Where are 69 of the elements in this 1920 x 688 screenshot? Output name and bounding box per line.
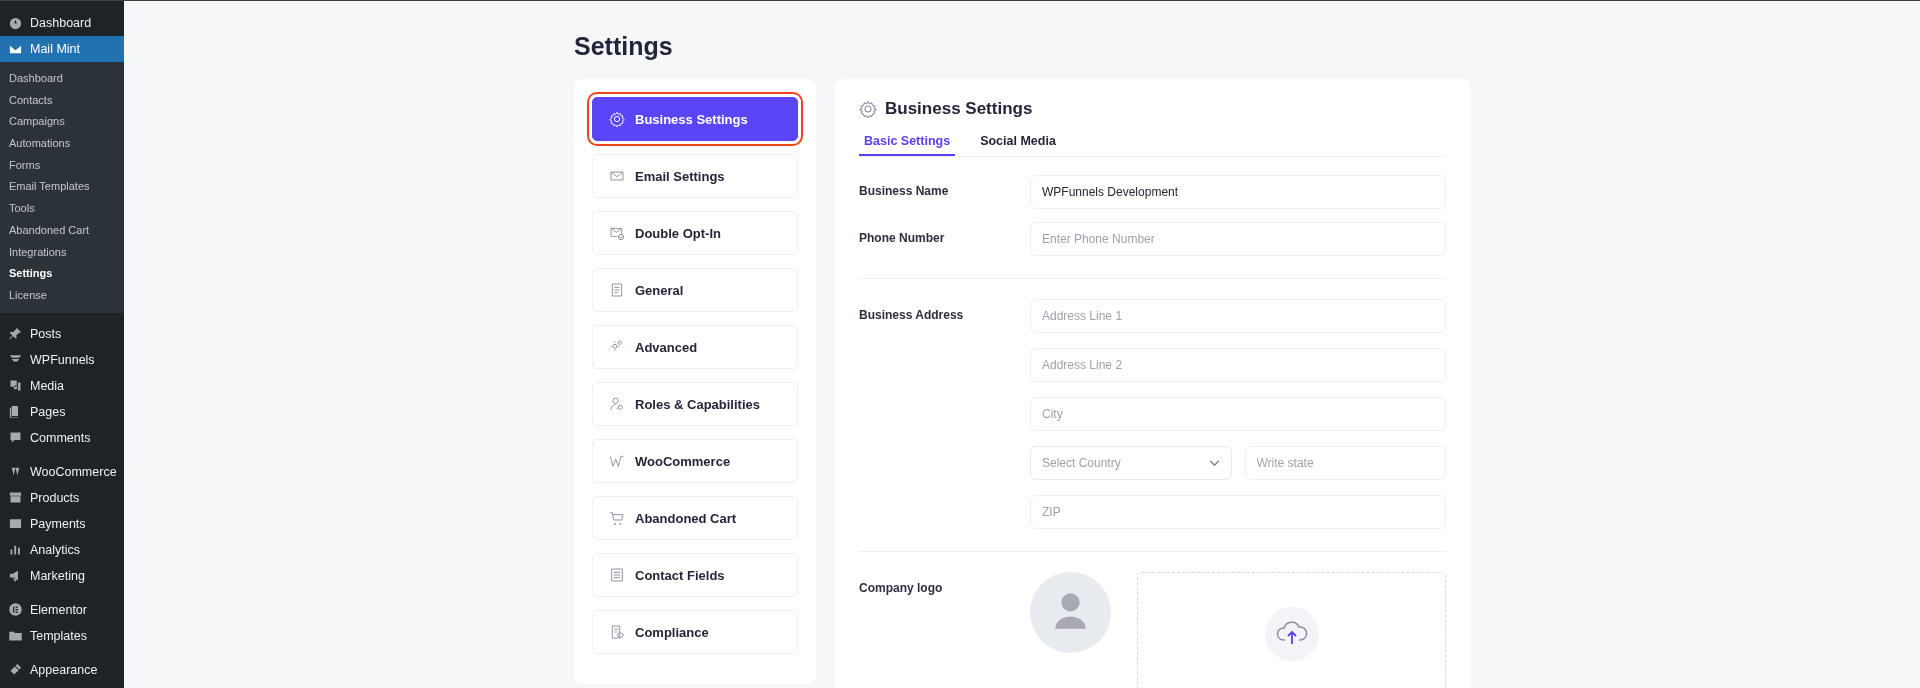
text-field[interactable]: City	[1030, 397, 1446, 431]
admin-menu-item[interactable]: WPFunnels	[0, 346, 124, 373]
submenu-item[interactable]: Forms	[0, 154, 124, 177]
chevron-down-icon	[1208, 459, 1220, 467]
nav-icon	[609, 453, 625, 469]
submenu-item[interactable]: Settings	[0, 263, 124, 285]
text-field[interactable]: Write state	[1244, 446, 1446, 480]
settings-icon	[859, 100, 877, 118]
submenu-item[interactable]: Contacts	[0, 89, 124, 112]
admin-menu-item[interactable]: Pages	[0, 398, 124, 425]
settings-nav-item[interactable]: Abandoned Cart	[592, 496, 798, 540]
field-label: Phone Number	[859, 230, 946, 247]
settings-nav-item[interactable]: Double Opt-In	[592, 211, 798, 255]
admin-menu-item[interactable]: Appearance	[0, 656, 124, 683]
field-label: Business Name	[859, 183, 950, 200]
nav-icon	[609, 168, 625, 184]
admin-menu-item[interactable]: Mail Mint	[0, 36, 124, 62]
admin-menu-item[interactable]: Marketing	[0, 562, 124, 589]
avatar-placeholder-icon	[1030, 572, 1111, 653]
nav-icon	[609, 567, 625, 583]
settings-nav-item[interactable]: Contact Fields	[592, 553, 798, 597]
submenu-item[interactable]: License	[0, 284, 124, 307]
settings-nav-item[interactable]: WooCommerce	[592, 439, 798, 483]
settings-nav-item[interactable]: Advanced	[592, 325, 798, 369]
cloud-upload-icon	[1264, 607, 1319, 661]
tab[interactable]: Basic Settings	[859, 129, 956, 156]
admin-menu-item[interactable]: Payments	[0, 510, 124, 537]
admin-menu-item[interactable]: Products	[0, 484, 124, 511]
submenu-item[interactable]: Automations	[0, 133, 124, 155]
field-label: Company logo	[859, 580, 944, 597]
panel-title: Business Settings	[885, 99, 1033, 119]
admin-menu-item[interactable]: Media	[0, 372, 124, 399]
nav-icon	[609, 624, 625, 640]
nav-icon	[609, 282, 625, 298]
text-field[interactable]: Address Line 1	[1030, 299, 1446, 333]
admin-menu-item[interactable]: Elementor	[0, 596, 124, 623]
field-label: Business Address	[859, 307, 965, 324]
admin-menu-item[interactable]: WooCommerce	[0, 458, 124, 485]
submenu-item[interactable]: Integrations	[0, 241, 124, 264]
tab[interactable]: Social Media	[975, 129, 1061, 156]
admin-menu-item[interactable]: Analytics	[0, 536, 124, 563]
menu-icon	[8, 378, 23, 394]
page-title: Settings	[574, 31, 674, 61]
menu-icon	[8, 326, 23, 342]
text-field[interactable]: WPFunnels Development	[1030, 175, 1446, 209]
menu-icon	[8, 15, 23, 31]
nav-icon	[609, 510, 625, 526]
admin-menu-item[interactable]: Dashboard	[0, 10, 124, 36]
submenu-item[interactable]: Dashboard	[0, 68, 124, 90]
admin-menu-item[interactable]: Posts	[0, 320, 124, 347]
menu-icon	[8, 490, 23, 506]
settings-nav-item[interactable]: Compliance	[592, 610, 798, 654]
nav-icon	[609, 111, 625, 127]
text-field[interactable]: Address Line 2	[1030, 348, 1446, 382]
menu-icon	[8, 602, 23, 618]
admin-menu-item[interactable]: Comments	[0, 424, 124, 451]
nav-icon	[609, 396, 625, 412]
settings-nav-item[interactable]: General	[592, 268, 798, 312]
settings-nav-item[interactable]: Email Settings	[592, 154, 798, 198]
submenu-item[interactable]: Campaigns	[0, 111, 124, 134]
settings-nav-item[interactable]: Roles & Capabilities	[592, 382, 798, 426]
submenu-item[interactable]: Email Templates	[0, 176, 124, 199]
text-field[interactable]: Enter Phone Number	[1030, 222, 1446, 256]
admin-menu-item[interactable]: Templates	[0, 622, 124, 649]
upload-dropzone[interactable]	[1137, 572, 1446, 688]
text-field[interactable]: ZIP	[1030, 495, 1446, 529]
submenu-item[interactable]: Tools	[0, 198, 124, 220]
nav-icon	[609, 225, 625, 241]
submenu-item[interactable]: Abandoned Cart	[0, 219, 124, 242]
